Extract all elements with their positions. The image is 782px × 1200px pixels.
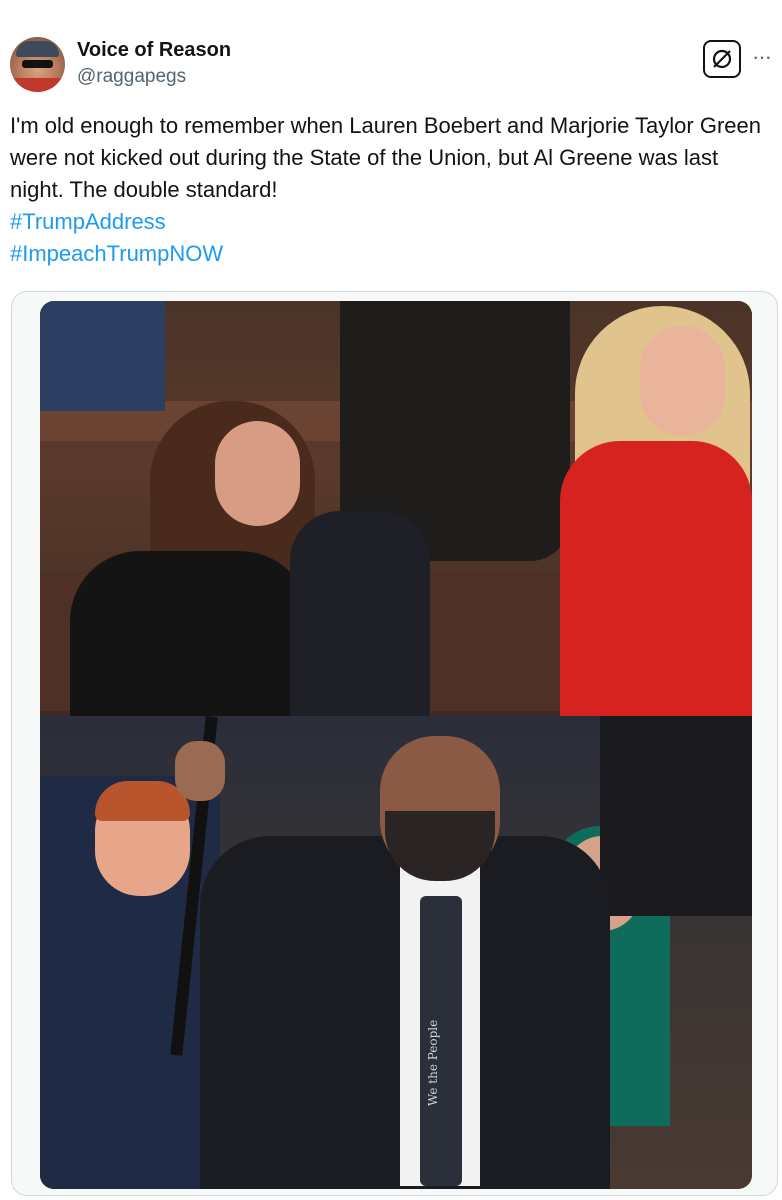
- hashtag-impeachtrumpnow[interactable]: #ImpeachTrumpNOW: [10, 238, 770, 270]
- tweet-body: I'm old enough to remember when Lauren B…: [10, 113, 761, 202]
- avatar-cap: [16, 41, 59, 57]
- hashtag-trumpaddress[interactable]: #TrumpAddress: [10, 206, 770, 238]
- author-handle[interactable]: @raggapegs: [77, 66, 186, 88]
- center-man-suit: [290, 511, 430, 716]
- grok-button[interactable]: [703, 40, 741, 78]
- grok-icon: [712, 49, 732, 69]
- author-avatar[interactable]: [10, 37, 65, 92]
- man-tie: We the People: [420, 896, 462, 1186]
- man-hand: [175, 741, 225, 801]
- background-person-left: [40, 301, 165, 411]
- avatar-sunglasses: [22, 60, 53, 68]
- background-man-right: [600, 716, 752, 916]
- more-options-button[interactable]: ···: [752, 44, 772, 70]
- tweet-text: I'm old enough to remember when Lauren B…: [10, 110, 770, 270]
- left-woman-jacket: [70, 551, 310, 716]
- left-woman-face: [215, 421, 300, 526]
- right-woman-face: [640, 326, 725, 436]
- tie-text: We the People: [426, 1019, 440, 1106]
- photo-bottom-panel: We the People: [40, 716, 752, 1189]
- author-display-name[interactable]: Voice of Reason: [77, 39, 231, 62]
- avatar-shirt: [10, 78, 65, 92]
- photo-top-panel: [40, 301, 752, 716]
- tweet-card: Voice of Reason @raggapegs ··· I'm old e…: [0, 0, 782, 1200]
- right-woman-red-dress: [560, 441, 752, 716]
- tweet-photo[interactable]: We the People: [40, 301, 752, 1189]
